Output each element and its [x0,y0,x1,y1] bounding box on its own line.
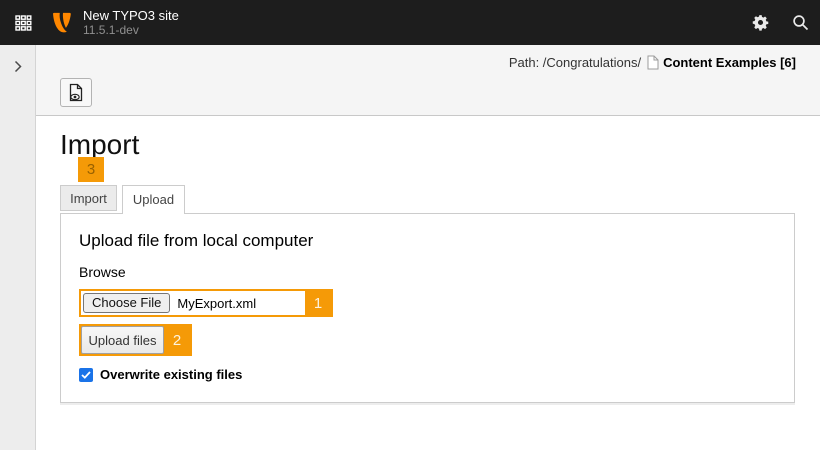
upload-files-button[interactable]: Upload files [81,326,164,354]
upload-panel: Upload file from local computer Browse C… [60,213,795,403]
checkmark-icon [81,371,91,379]
typo3-backend-window: New TYPO3 site 11.5.1-dev [0,0,820,450]
file-row: Choose File MyExport.xml 1 [79,289,776,317]
module-content: Import 3 Import Upload Upload file from … [37,117,820,450]
brand: New TYPO3 site 11.5.1-dev [50,0,179,45]
overwrite-label[interactable]: Overwrite existing files [100,367,242,382]
callout-badge-2: 2 [164,326,190,354]
pagetree-sidebar [0,45,36,450]
tab-bar: Import Upload [60,185,185,214]
overwrite-row: Overwrite existing files [79,367,776,382]
breadcrumb-page-title: Content Examples [6] [663,55,796,70]
typo3-logo-icon [50,11,73,34]
settings-button[interactable] [740,0,780,45]
callout-badge-3: 3 [78,157,104,182]
browse-label: Browse [79,264,776,280]
file-input-highlight: Choose File MyExport.xml 1 [79,289,333,317]
brand-text: New TYPO3 site 11.5.1-dev [83,8,179,37]
view-webpage-button[interactable] [60,78,92,107]
search-button[interactable] [780,0,820,45]
modules-grid-button[interactable] [6,6,40,39]
upload-row: Upload files 2 [79,324,776,356]
topbar-right [740,0,820,45]
overwrite-checkbox[interactable] [79,368,93,382]
choose-file-button[interactable]: Choose File [83,293,170,313]
tab-upload[interactable]: Upload [122,185,185,214]
chevron-right-icon [14,60,22,73]
pagetree-expand-button[interactable] [6,54,30,78]
breadcrumb: Path: /Congratulations/ Content Examples… [509,54,796,71]
selected-filename: MyExport.xml [177,296,256,311]
gear-icon [752,14,769,31]
site-title: New TYPO3 site [83,8,179,23]
upload-button-highlight: Upload files 2 [79,324,192,356]
docheader: Path: /Congratulations/ Content Examples… [36,45,820,116]
panel-title: Upload file from local computer [79,231,776,251]
page-icon [647,55,659,70]
callout-badge-1: 1 [305,291,331,315]
document-eye-icon [68,83,84,102]
file-input[interactable]: Choose File MyExport.xml [81,291,305,315]
search-icon [792,14,809,31]
tab-import[interactable]: Import [60,185,117,211]
site-version: 11.5.1-dev [83,23,179,37]
modules-grid-icon [15,15,32,31]
breadcrumb-path: Path: /Congratulations/ [509,55,641,70]
topbar: New TYPO3 site 11.5.1-dev [0,0,820,45]
